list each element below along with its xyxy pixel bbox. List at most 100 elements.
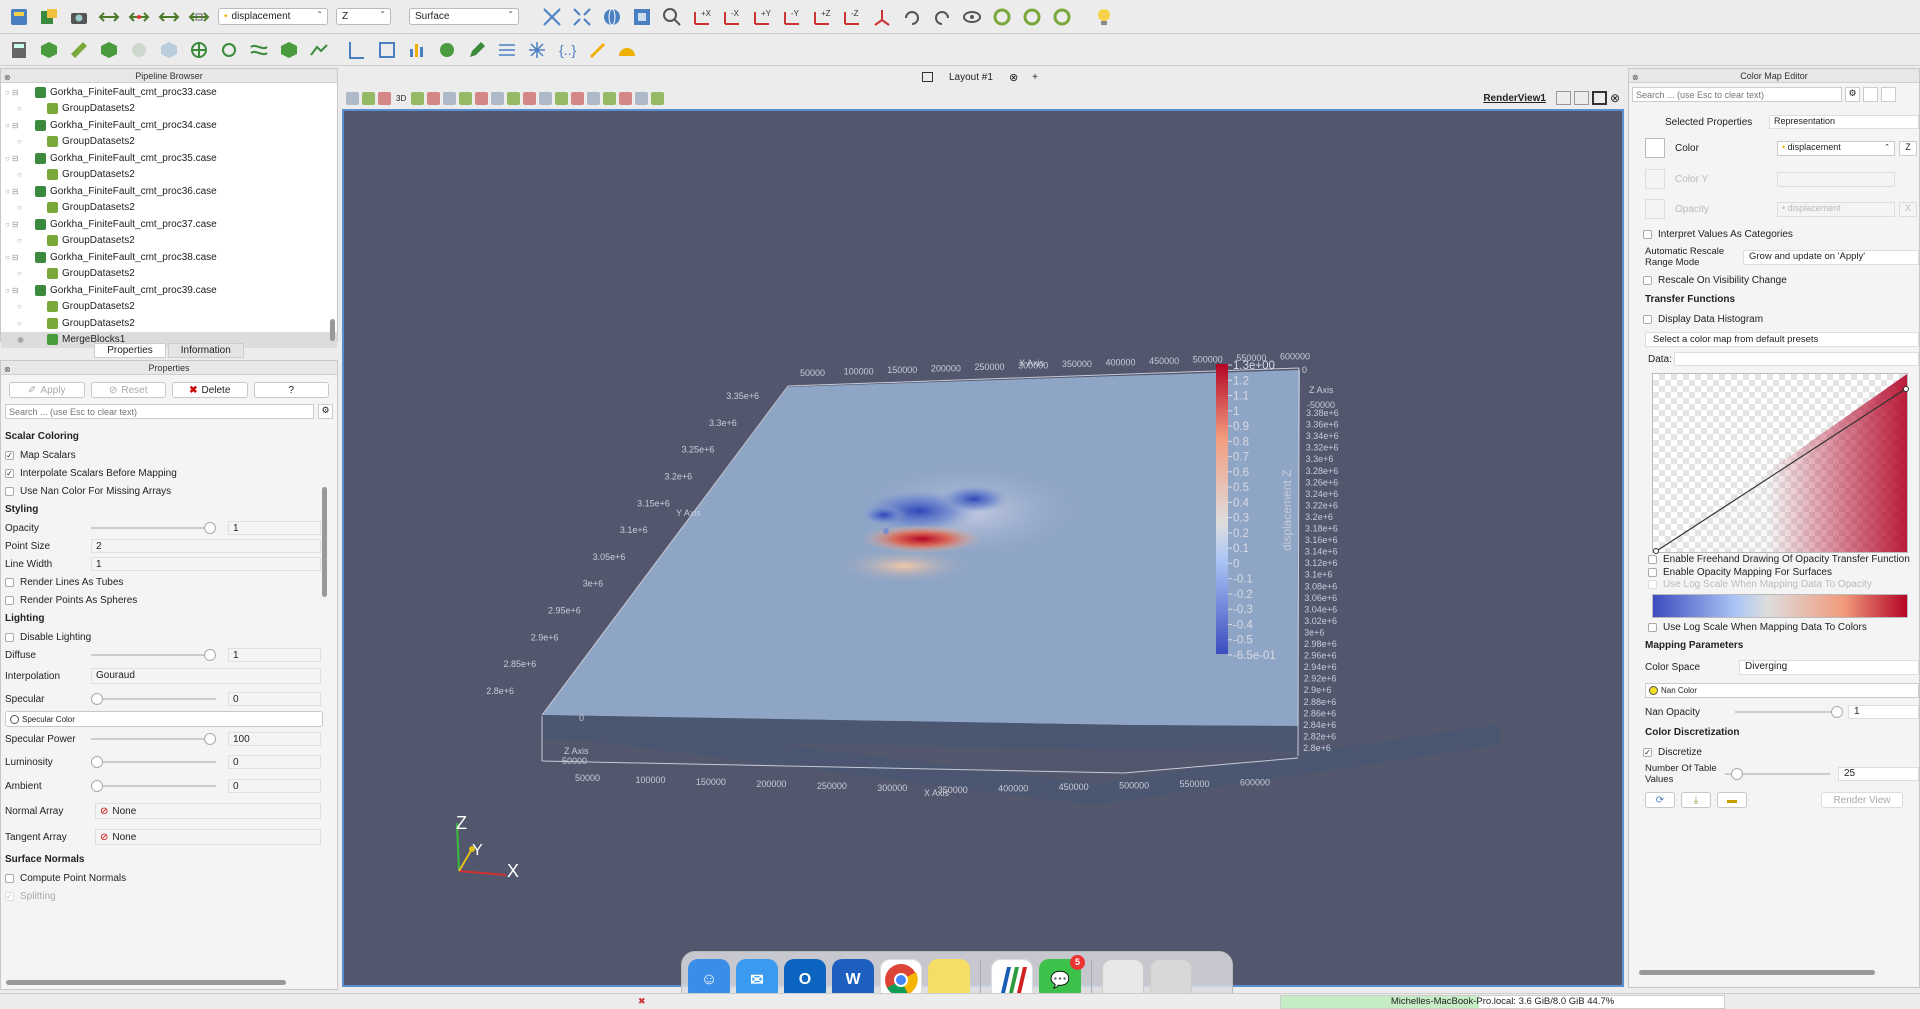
data-range-button[interactable]: ▬	[1717, 792, 1747, 808]
zoom-to-data-icon[interactable]	[569, 4, 595, 30]
visibility-toggle-icon[interactable]: ○ ⊟	[5, 220, 35, 229]
preset-select[interactable]: Select a color map from default presets	[1645, 331, 1919, 347]
3d-toggle[interactable]: 3D	[394, 94, 408, 103]
zoom-icon[interactable]	[411, 91, 425, 105]
plus-icon[interactable]	[619, 91, 633, 105]
view-minus-x-icon[interactable]: -X	[719, 4, 745, 30]
restore-icon[interactable]	[1881, 87, 1896, 102]
group-datasets-icon[interactable]	[276, 37, 302, 63]
lightbulb-icon[interactable]	[1091, 4, 1117, 30]
close-view-icon[interactable]: ⊗	[1610, 91, 1620, 105]
scrollbar-thumb[interactable]	[322, 487, 327, 597]
view-plus-x-icon[interactable]: +X	[689, 4, 715, 30]
delete-button[interactable]: ✖ Delete	[172, 382, 248, 398]
pipeline-item[interactable]: ○ ⊟ Gorkha_FiniteFault_cmt_proc34.case	[1, 117, 337, 134]
opacity-transfer-editor[interactable]	[1652, 373, 1909, 554]
extract-subset-icon[interactable]	[156, 37, 182, 63]
scene-svg[interactable]: 50000 100000 150000 200000 250000 300000 35000…	[344, 111, 1622, 985]
interpolate-checkbox[interactable]: ✓	[5, 468, 14, 478]
nan-opacity-slider[interactable]	[1735, 706, 1843, 718]
render-view[interactable]: 50000 100000 150000 200000 250000 300000 35000…	[342, 109, 1624, 987]
nan-color-button[interactable]: Nan Color	[1645, 682, 1919, 698]
protractor-icon[interactable]	[614, 37, 640, 63]
array-select[interactable]: • displacement ⌃	[218, 8, 328, 25]
pipeline-item[interactable]: ○ ⊟ Gorkha_FiniteFault_cmt_proc38.case	[1, 249, 337, 266]
clear-select-icon[interactable]	[523, 91, 537, 105]
frustum-select-icon[interactable]	[459, 91, 473, 105]
close-tab-icon[interactable]: ⊗	[1009, 71, 1018, 84]
splitting-checkbox[interactable]: ✓	[5, 891, 14, 901]
visibility-toggle-icon[interactable]: ○ ⊟	[5, 88, 35, 97]
reset-view-icon[interactable]	[539, 4, 565, 30]
nan-color-row[interactable]: Use Nan Color For Missing Arrays	[1, 482, 337, 500]
maximize-icon[interactable]	[1591, 91, 1607, 105]
refresh-3-icon[interactable]	[1049, 4, 1075, 30]
discretize-checkbox[interactable]: ✓	[1643, 747, 1652, 757]
edit-icon[interactable]	[464, 37, 490, 63]
representation-select[interactable]: Surface ⌃	[409, 8, 519, 25]
close-icon[interactable]: ⊗	[4, 71, 11, 85]
edit-select-icon[interactable]	[587, 91, 601, 105]
map-scalars-checkbox[interactable]: ✓	[5, 450, 14, 460]
log-opacity-checkbox[interactable]	[1648, 580, 1657, 589]
zoom-glass-icon[interactable]	[659, 4, 685, 30]
points-spheres-checkbox[interactable]	[5, 595, 14, 605]
ambient-slider[interactable]	[91, 780, 216, 792]
visibility-toggle-icon[interactable]: ○ ⊟	[5, 286, 35, 295]
probe-icon[interactable]	[374, 37, 400, 63]
pipeline-item[interactable]: ○ GroupDatasets2	[1, 200, 337, 217]
error-icon[interactable]: ✖	[638, 996, 646, 1007]
selected-properties-value[interactable]: Representation	[1769, 115, 1919, 129]
discretize-row[interactable]: ✓ Discretize	[1629, 742, 1919, 762]
interpolation-select[interactable]: Gouraud	[91, 668, 321, 684]
opacity-value[interactable]: 1	[228, 521, 321, 535]
pipeline-item[interactable]: ○ GroupDatasets2	[1, 167, 337, 184]
isometric-icon[interactable]	[869, 4, 895, 30]
compute-normals-row[interactable]: Compute Point Normals	[1, 869, 337, 887]
opacity-component-select[interactable]: X	[1899, 201, 1917, 217]
pipeline-item[interactable]: ○ ⊟ Gorkha_FiniteFault_cmt_proc39.case	[1, 282, 337, 299]
interpret-categories-checkbox[interactable]	[1643, 229, 1652, 239]
shrink-select-icon[interactable]	[507, 91, 521, 105]
lock-icon[interactable]	[651, 91, 665, 105]
view-minus-z-icon[interactable]: -Z	[839, 4, 865, 30]
points-spheres-row[interactable]: Render Points As Spheres	[1, 591, 337, 609]
component-select[interactable]: Z ⌃	[336, 8, 391, 25]
stream-tracer-icon[interactable]	[216, 37, 242, 63]
diffuse-slider[interactable]	[91, 649, 216, 661]
split-horizontal-icon[interactable]	[1555, 91, 1571, 105]
horizontal-scrollbar[interactable]	[6, 980, 286, 985]
specular-slider[interactable]	[91, 693, 216, 705]
visibility-toggle-icon[interactable]: ○	[17, 203, 47, 212]
select-points-icon[interactable]	[362, 91, 375, 105]
visibility-toggle-icon[interactable]: ○ ⊟	[5, 121, 35, 130]
hover-icon[interactable]	[539, 91, 553, 105]
refresh-icon[interactable]	[989, 4, 1015, 30]
globe-icon[interactable]	[599, 4, 625, 30]
visibility-toggle-icon[interactable]: ○ ⊟	[5, 154, 35, 163]
display-histogram-row[interactable]: Display Data Histogram	[1629, 309, 1919, 329]
display-histogram-checkbox[interactable]	[1643, 314, 1652, 324]
hover-cells-icon[interactable]	[555, 91, 569, 105]
disable-lighting-checkbox[interactable]	[5, 632, 14, 642]
color-component-select[interactable]: Z	[1899, 140, 1917, 156]
normal-array-select[interactable]: ⊘ None	[95, 803, 321, 819]
contour-icon[interactable]	[36, 37, 62, 63]
clip-icon[interactable]	[66, 37, 92, 63]
zoom-box-icon[interactable]	[186, 4, 212, 30]
reset-camera-icon[interactable]	[96, 4, 122, 30]
log-colors-row[interactable]: Use Log Scale When Mapping Data To Color…	[1629, 618, 1919, 636]
compute-normals-checkbox[interactable]	[5, 873, 14, 883]
line-width-value[interactable]: 1	[91, 557, 321, 571]
interactive-select-icon[interactable]	[443, 91, 457, 105]
disable-lighting-row[interactable]: Disable Lighting	[1, 628, 337, 646]
rotate-ccw-icon[interactable]	[929, 4, 955, 30]
eye-icon[interactable]	[959, 4, 985, 30]
nan-opacity-value[interactable]: 1	[1848, 705, 1919, 719]
layout-tab[interactable]: Layout #1	[941, 72, 1001, 83]
ruler-icon[interactable]	[584, 37, 610, 63]
visibility-toggle-icon[interactable]: ○	[17, 269, 47, 278]
rescale-range-button[interactable]: ⟳	[1645, 792, 1675, 808]
visibility-toggle-icon[interactable]: ○	[17, 302, 47, 311]
rotate-cw-icon[interactable]	[899, 4, 925, 30]
